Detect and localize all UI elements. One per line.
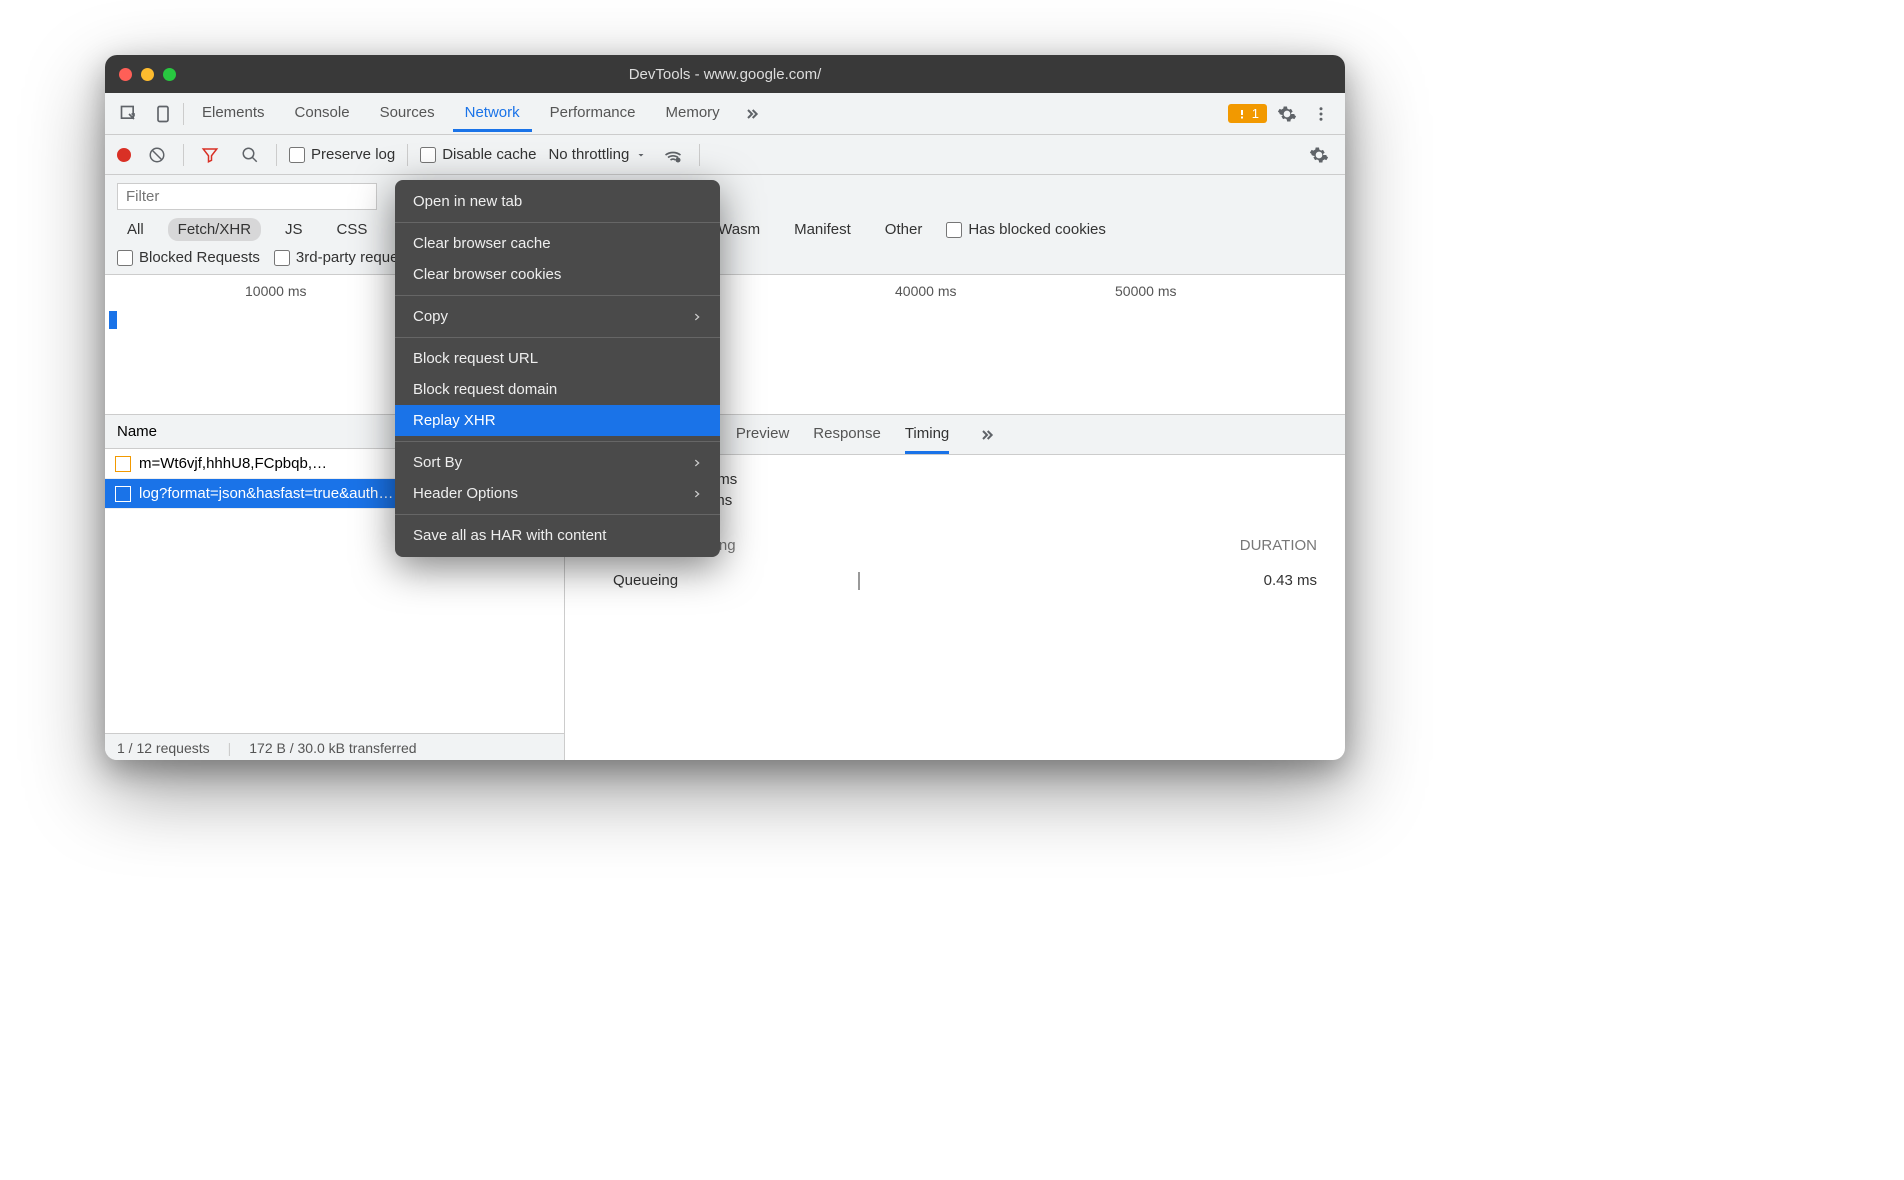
request-name: m=Wt6vjf,hhhU8,FCpbqb,… — [139, 455, 327, 472]
request-type-icon — [115, 456, 131, 472]
menu-item-block-request-url[interactable]: Block request URL — [395, 343, 720, 374]
toggle-device-icon[interactable] — [149, 100, 177, 128]
close-window-button[interactable] — [119, 68, 132, 81]
titlebar: DevTools - www.google.com/ — [105, 55, 1345, 93]
request-name: log?format=json&hasfast=true&auth… — [139, 485, 393, 502]
settings-icon[interactable] — [1273, 100, 1301, 128]
tab-elements[interactable]: Elements — [190, 96, 277, 132]
detail-tab-timing[interactable]: Timing — [905, 416, 949, 454]
request-type-icon — [115, 486, 131, 502]
filter-bar: AllFetch/XHRJSCSSImgMediaFontDocWSWasmMa… — [105, 175, 1345, 275]
timeline-tick: 50000 ms — [1115, 283, 1176, 299]
preserve-log-checkbox[interactable]: Preserve log — [289, 146, 395, 163]
more-tabs-icon[interactable] — [738, 100, 766, 128]
network-conditions-icon[interactable] — [659, 141, 687, 169]
search-icon[interactable] — [236, 141, 264, 169]
menu-item-open-in-new-tab[interactable]: Open in new tab — [395, 186, 720, 217]
filter-input[interactable] — [117, 183, 377, 210]
warnings-badge[interactable]: 1 — [1228, 104, 1267, 123]
panel-tabs: ElementsConsoleSourcesNetworkPerformance… — [105, 93, 1345, 135]
maximize-window-button[interactable] — [163, 68, 176, 81]
context-menu: Open in new tab Clear browser cacheClear … — [395, 180, 720, 557]
tab-sources[interactable]: Sources — [368, 96, 447, 132]
menu-item-copy[interactable]: Copy — [395, 301, 720, 332]
chevron-right-icon — [692, 310, 702, 324]
devtools-window: DevTools - www.google.com/ ElementsConso… — [105, 55, 1345, 760]
filter-type-all[interactable]: All — [117, 218, 154, 241]
tab-network[interactable]: Network — [453, 96, 532, 132]
more-detail-tabs-icon[interactable] — [973, 421, 1001, 449]
menu-item-save-all-as-har-with-content[interactable]: Save all as HAR with content — [395, 520, 720, 551]
chevron-right-icon — [692, 456, 702, 470]
blocked-requests-checkbox[interactable]: Blocked Requests — [117, 249, 260, 266]
has-blocked-cookies-checkbox[interactable]: Has blocked cookies — [946, 221, 1106, 238]
network-settings-icon[interactable] — [1305, 141, 1333, 169]
tab-performance[interactable]: Performance — [538, 96, 648, 132]
request-count: 1 / 12 requests — [117, 740, 210, 756]
menu-item-block-request-domain[interactable]: Block request domain — [395, 374, 720, 405]
transferred-size: 172 B / 30.0 kB transferred — [249, 740, 416, 756]
import-har-icon[interactable] — [712, 141, 740, 169]
filter-type-fetch-xhr[interactable]: Fetch/XHR — [168, 218, 261, 241]
menu-item-replay-xhr[interactable]: Replay XHR — [395, 405, 720, 436]
record-button[interactable] — [117, 148, 131, 162]
window-title: DevTools - www.google.com/ — [105, 66, 1345, 83]
menu-item-clear-browser-cookies[interactable]: Clear browser cookies — [395, 259, 720, 290]
menu-item-sort-by[interactable]: Sort By — [395, 447, 720, 478]
queueing-label: Queueing — [593, 572, 678, 590]
inspect-element-icon[interactable] — [115, 100, 143, 128]
menu-item-header-options[interactable]: Header Options — [395, 478, 720, 509]
timeline-tick: 10000 ms — [245, 283, 306, 299]
queueing-bar — [858, 572, 860, 590]
filter-type-css[interactable]: CSS — [327, 218, 378, 241]
chevron-right-icon — [692, 487, 702, 501]
filter-type-manifest[interactable]: Manifest — [784, 218, 861, 241]
kebab-menu-icon[interactable] — [1307, 100, 1335, 128]
network-toolbar: Preserve log Disable cache No throttling — [105, 135, 1345, 175]
split-pane: Name m=Wt6vjf,hhhU8,FCpbqb,…log?format=j… — [105, 415, 1345, 760]
status-bar: 1 / 12 requests | 172 B / 30.0 kB transf… — [105, 733, 564, 760]
menu-item-clear-browser-cache[interactable]: Clear browser cache — [395, 228, 720, 259]
warning-count: 1 — [1252, 106, 1259, 121]
minimize-window-button[interactable] — [141, 68, 154, 81]
queueing-duration: 0.43 ms — [1264, 572, 1317, 590]
window-controls — [119, 68, 176, 81]
timeline-tick: 40000 ms — [895, 283, 956, 299]
timeline-marker — [109, 311, 117, 329]
tab-memory[interactable]: Memory — [654, 96, 732, 132]
disable-cache-checkbox[interactable]: Disable cache — [420, 146, 536, 163]
waterfall-timeline[interactable]: 10000 ms 40000 ms 50000 ms — [105, 275, 1345, 415]
clear-icon[interactable] — [143, 141, 171, 169]
tab-console[interactable]: Console — [283, 96, 362, 132]
filter-type-js[interactable]: JS — [275, 218, 313, 241]
throttling-select[interactable]: No throttling — [548, 146, 647, 163]
filter-icon[interactable] — [196, 141, 224, 169]
duration-label: DURATION — [1240, 537, 1317, 554]
detail-tab-response[interactable]: Response — [813, 416, 881, 454]
detail-tab-preview[interactable]: Preview — [736, 416, 789, 454]
filter-type-other[interactable]: Other — [875, 218, 933, 241]
export-har-icon[interactable] — [752, 141, 780, 169]
